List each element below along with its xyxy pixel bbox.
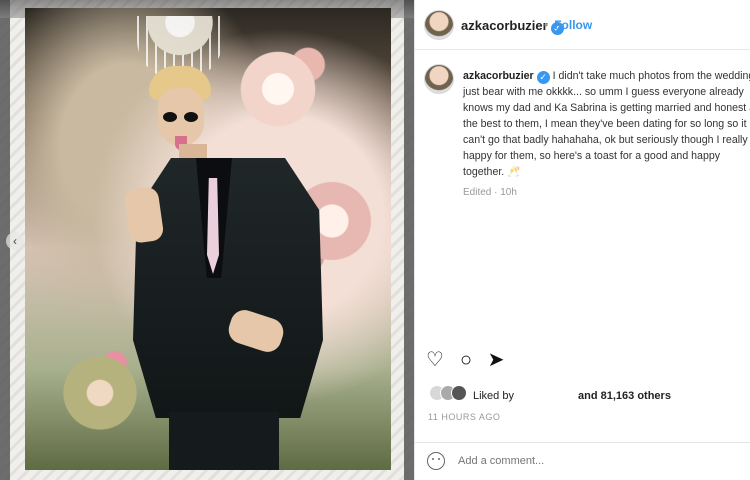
pink-tie [207,178,219,274]
liked-by-label: Liked by [473,390,514,402]
follow-button[interactable]: • Follow [538,18,592,32]
emoji-icon[interactable] [427,452,445,470]
post-media[interactable]: ‹ [0,0,414,480]
chevron-left-icon[interactable]: ‹ [6,232,24,250]
man-in-suit [123,66,323,470]
post-header: azkacorbuzier ✓ • Follow [415,0,750,50]
caption-account-name[interactable]: azkacorbuzier [463,70,534,82]
separator-dot: • [544,18,549,32]
likes-count[interactable]: and 81,163 others [578,390,671,402]
follow-label: Follow [554,18,593,32]
sunglasses [163,112,177,122]
likes-row: Liked by and 81,163 others [429,385,739,405]
post-details-panel: azkacorbuzier ✓ • Follow azkacorbuzier ✓ I … [414,0,750,480]
edited-label: Edited · 10h [463,187,517,198]
sunglasses [184,112,198,122]
post-actions: ♡ ○ ➤ [424,349,534,373]
comment-input[interactable] [456,454,730,468]
verified-badge-icon: ✓ [536,71,550,84]
account-name-text: azkacorbuzier [461,18,548,33]
trousers [169,412,279,470]
heart-icon[interactable]: ♡ [424,349,446,371]
comment-icon[interactable]: ○ [455,349,477,371]
avatar[interactable] [424,10,454,40]
comment-bar [415,442,750,480]
liker-avatar[interactable] [451,385,467,401]
post-time: 11 HOURS AGO [428,412,501,422]
share-icon[interactable]: ➤ [485,349,507,371]
post-caption: azkacorbuzier ✓ I didn't take much photos… [463,68,750,180]
avatar[interactable] [424,64,454,94]
caption-text: I didn't take much photos from the weddi… [463,70,750,178]
instagram-post-view: ‹ azkacorbuzier ✓ • Follow azkacorbuzier ✓ … [0,0,750,480]
wedding-photo [25,8,391,470]
